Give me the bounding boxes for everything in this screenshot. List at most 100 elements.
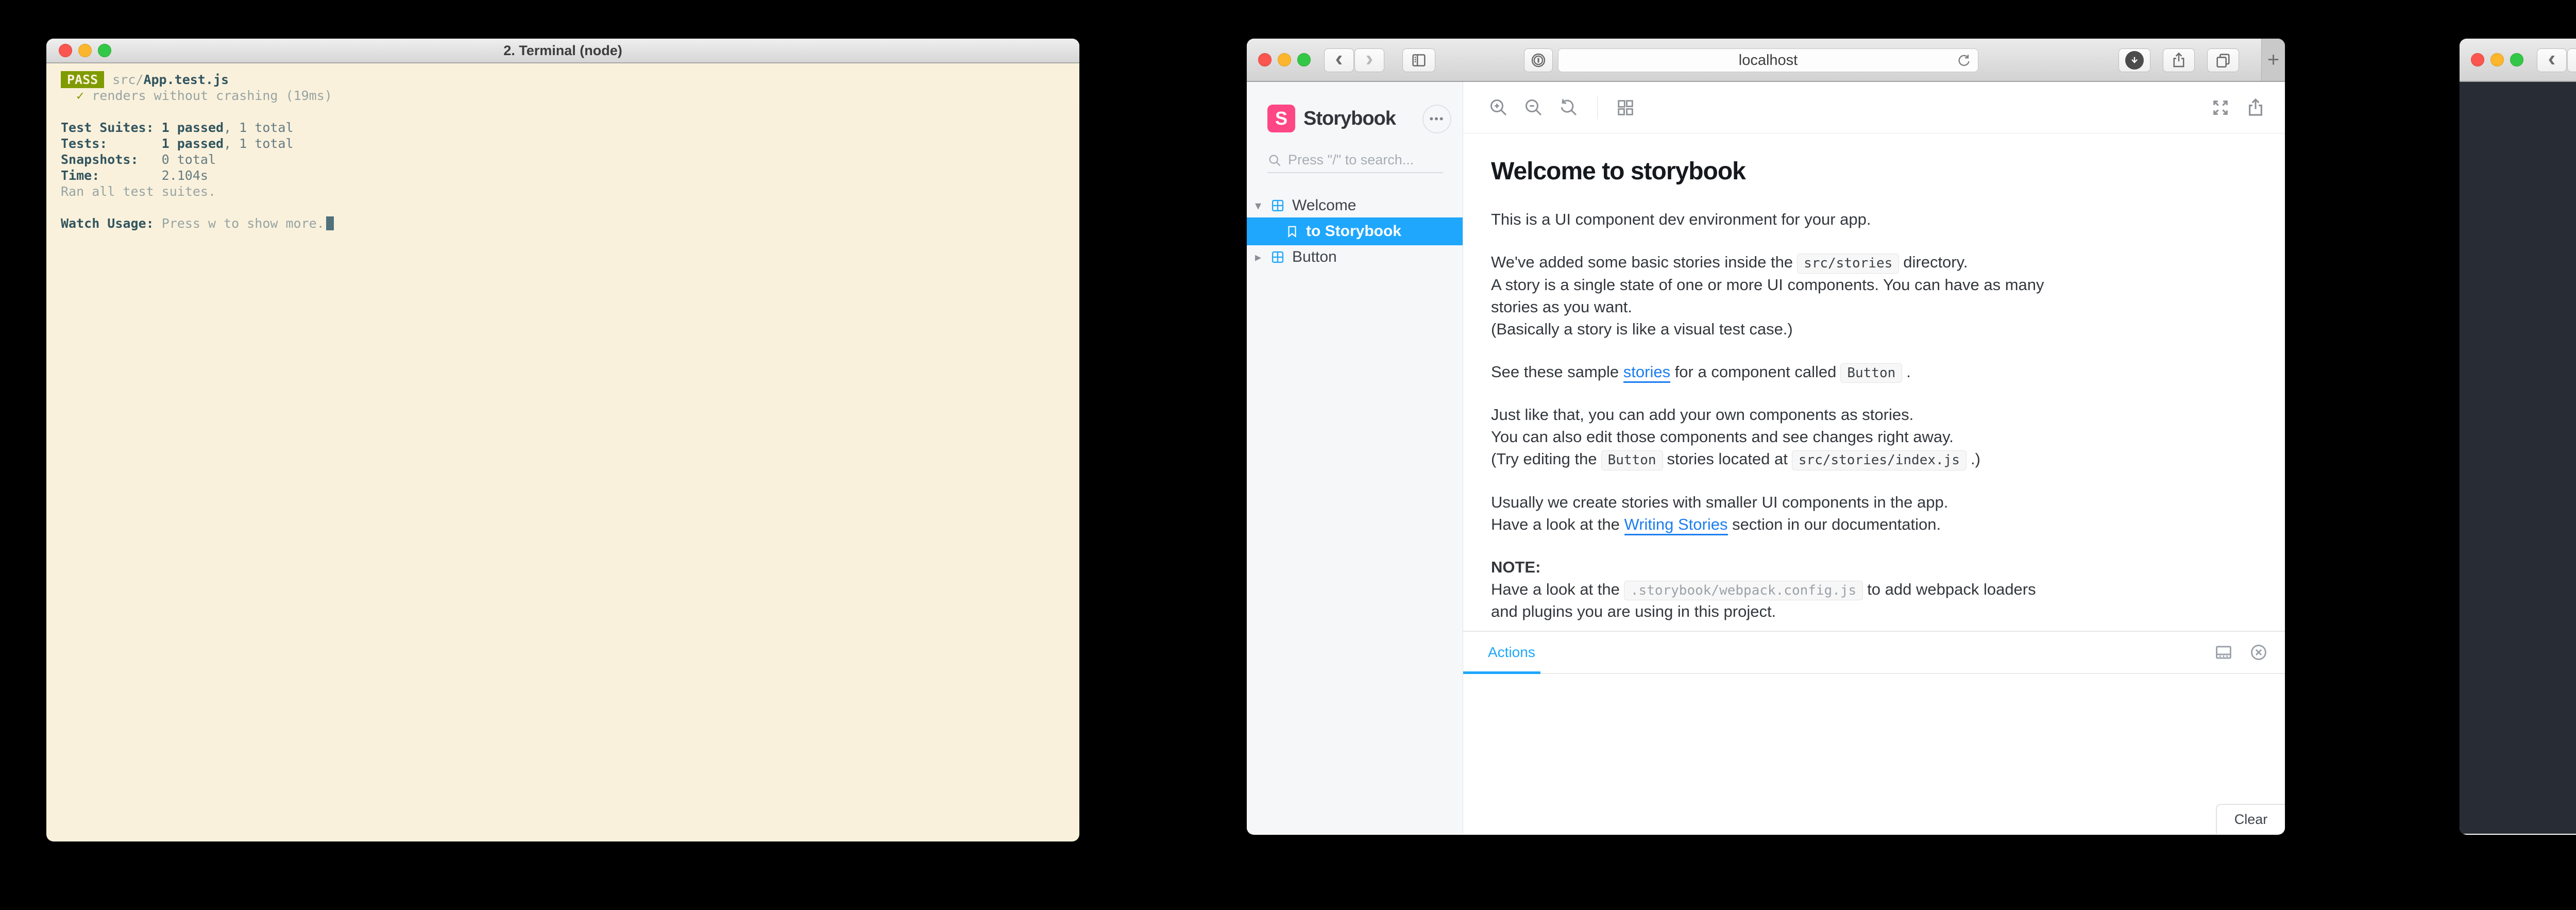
caret-down-icon[interactable]: ▾ (1255, 198, 1270, 213)
grid-icon[interactable] (1615, 97, 1636, 118)
ellipsis-icon: ••• (1429, 112, 1445, 125)
terminal-output[interactable]: PASS src/App.test.js ✓ renders without cr… (46, 63, 1079, 240)
check-icon: ✓ (76, 88, 84, 103)
extension-icon (1531, 53, 1546, 68)
paragraph: Just like that, you can add your own com… (1491, 403, 2254, 470)
minimize-window-button[interactable] (1278, 53, 1291, 66)
chevron-left-icon: ‹ (2548, 46, 2556, 71)
storybook-brand-name: Storybook (1303, 107, 1396, 129)
code-chip: src/stories (1797, 254, 1900, 274)
paragraph: Usually we create stories with smaller U… (1491, 491, 2254, 535)
sidebar-icon (1412, 54, 1426, 66)
terminal-titlebar[interactable]: 2. Terminal (node) (46, 39, 1079, 63)
stories-tree: ▾ Welcome to Storybook ▸ Button (1247, 194, 1463, 269)
component-icon (1272, 199, 1284, 212)
new-tab-button[interactable]: + (2261, 39, 2285, 81)
extension-button[interactable] (1524, 48, 1553, 72)
minimize-window-button[interactable] (2490, 53, 2504, 66)
file-name: App.test.js (143, 72, 229, 87)
forward-button[interactable]: › (2567, 48, 2576, 72)
bookmark-icon (1288, 226, 1296, 238)
tab-actions[interactable]: Actions (1488, 644, 1535, 661)
caret-right-icon[interactable]: ▸ (1255, 250, 1270, 265)
share-icon (2173, 52, 2184, 68)
zoom-window-button[interactable] (1297, 53, 1311, 66)
react-browser-window: ‹ › localhost + (2460, 39, 2576, 835)
downloads-button[interactable] (2119, 48, 2150, 72)
chevron-right-icon: › (1365, 46, 1374, 71)
search-icon (1269, 155, 1281, 166)
storybook-browser-window: ‹ › localhost + S Storybook ••• Press "/… (1247, 39, 2285, 835)
addons-tab-bar: Actions (1463, 632, 2285, 674)
component-icon (1272, 251, 1284, 263)
tree-story-to-storybook[interactable]: to Storybook (1247, 217, 1463, 245)
forward-button[interactable]: › (1354, 46, 1384, 72)
writing-stories-link[interactable]: Writing Stories (1624, 515, 1728, 535)
addons-panel: Actions Clear (1463, 631, 2285, 834)
window-controls (59, 39, 111, 62)
close-window-button[interactable] (2471, 53, 2484, 66)
shortcuts-menu-button[interactable]: ••• (1422, 105, 1451, 133)
tabs-icon (2216, 54, 2230, 68)
storybook-main: Welcome to storybook This is a UI compon… (1463, 82, 2285, 834)
test-result: renders without crashing (19ms) (92, 88, 332, 103)
summary-row: Tests: 1 passed, 1 total (61, 136, 294, 151)
watch-usage-hint: Press w to show more. (161, 216, 325, 231)
storybook-app: S Storybook ••• ▾ Welcome to Storybook (1247, 82, 2285, 834)
close-panel-icon[interactable] (2249, 643, 2268, 662)
close-window-button[interactable] (1258, 53, 1272, 66)
code-chip: Button (1601, 450, 1663, 470)
window-controls (1258, 39, 1311, 81)
watch-usage-line: Watch Usage: Press w to show more. (61, 215, 1065, 231)
welcome-document: Welcome to storybook This is a UI compon… (1463, 133, 2285, 631)
zoom-reset-icon[interactable] (1558, 97, 1580, 119)
zoom-window-button[interactable] (98, 44, 111, 57)
summary-row: Time: 2.104s (61, 168, 208, 183)
url-text: localhost (1738, 52, 1798, 69)
test-case-line: ✓ renders without crashing (19ms) (61, 88, 1065, 104)
test-file-line: PASS src/App.test.js (61, 71, 1065, 88)
zoom-in-icon[interactable] (1488, 97, 1510, 119)
open-canvas-external-icon[interactable] (2245, 97, 2266, 119)
share-button[interactable] (2163, 48, 2195, 72)
tree-group-label: Welcome (1292, 197, 1357, 214)
window-controls (2471, 39, 2523, 81)
zoom-out-icon[interactable] (1523, 97, 1545, 119)
download-icon (2125, 51, 2144, 70)
storybook-sidebar: S Storybook ••• ▾ Welcome to Storybook (1247, 82, 1463, 834)
tree-group-button[interactable]: ▸ Button (1247, 245, 1463, 269)
stories-link[interactable]: stories (1623, 362, 1671, 383)
note-heading: NOTE: (1491, 558, 1541, 576)
close-window-button[interactable] (59, 44, 72, 57)
canvas-toolbar (1463, 82, 2285, 133)
pass-badge: PASS (61, 71, 105, 88)
paragraph: We've added some basic stories inside th… (1491, 253, 2044, 338)
panel-position-icon[interactable] (2214, 643, 2233, 662)
chevron-left-icon: ‹ (1335, 46, 1343, 71)
reload-icon[interactable] (1956, 53, 1972, 69)
sidebar-toggle-button[interactable] (1402, 48, 1435, 72)
summary-row: Snapshots: 0 total (61, 152, 216, 167)
tree-group-welcome[interactable]: ▾ Welcome (1247, 194, 1463, 217)
search-input[interactable] (1288, 152, 1432, 168)
note-text: Have a look at the .storybook/webpack.con… (1491, 580, 2036, 621)
zoom-window-button[interactable] (2510, 53, 2523, 66)
ran-suites-line: Ran all test suites. (61, 184, 216, 199)
tree-story-label: to Storybook (1306, 223, 1401, 240)
clear-actions-button[interactable]: Clear (2216, 804, 2285, 834)
browser-toolbar: ‹ › localhost + (1247, 39, 2285, 82)
toolbar-divider (1597, 96, 1598, 119)
terminal-window: 2. Terminal (node) PASS src/App.test.js ✓… (46, 39, 1079, 841)
back-button[interactable]: ‹ (1324, 46, 1354, 72)
watch-usage-label: Watch Usage: (61, 216, 154, 231)
show-tabs-button[interactable] (2207, 48, 2239, 72)
react-app: Edit src/App.js and save to reload. Lear… (2460, 82, 2576, 834)
page-title: Welcome to storybook (1491, 158, 1746, 185)
back-button[interactable]: ‹ (2537, 46, 2567, 72)
terminal-cursor (326, 216, 334, 230)
minimize-window-button[interactable] (78, 44, 92, 57)
address-bar[interactable]: localhost (1558, 48, 1978, 72)
code-chip: .storybook/webpack.config.js (1623, 580, 1863, 601)
fullscreen-icon[interactable] (2210, 97, 2231, 119)
actions-log: Clear (1463, 674, 2285, 834)
